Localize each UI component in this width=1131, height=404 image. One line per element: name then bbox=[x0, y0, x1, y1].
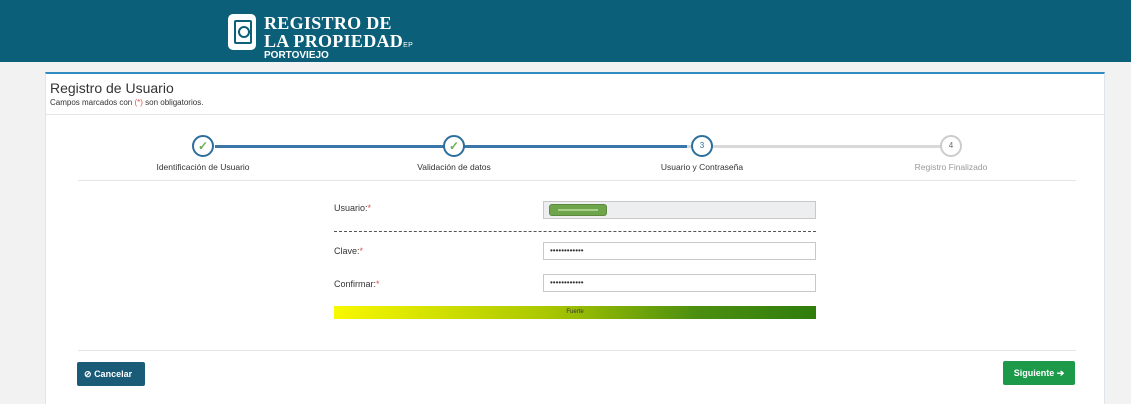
usuario-field bbox=[543, 201, 816, 219]
steps-divider bbox=[78, 180, 1076, 181]
logo-line2-text: LA PROPIEDAD bbox=[264, 31, 404, 51]
step-3-label: Usuario y Contraseña bbox=[660, 162, 744, 172]
logo: REGISTRO DE LA PROPIEDADEP PORTOVIEJO bbox=[228, 14, 413, 61]
required-mark: * bbox=[359, 246, 364, 256]
step-1-circle: ✓ bbox=[192, 135, 214, 157]
next-button[interactable]: Siguiente ➔ bbox=[1003, 361, 1075, 385]
next-button-label: Siguiente bbox=[1013, 368, 1055, 378]
logo-suffix: EP bbox=[403, 42, 414, 49]
required-mark: * bbox=[376, 279, 380, 289]
registration-panel: Registro de Usuario Campos marcados con … bbox=[45, 72, 1105, 404]
required-note: Campos marcados con (*) son obligatorios… bbox=[50, 98, 1104, 107]
logo-text: REGISTRO DE LA PROPIEDADEP PORTOVIEJO bbox=[264, 14, 413, 61]
usuario-label: Usuario:* bbox=[334, 203, 371, 213]
step-line-pending bbox=[687, 145, 952, 148]
form-separator bbox=[334, 231, 816, 232]
wizard-steps: ✓ Identificación de Usuario ✓ Validación… bbox=[46, 126, 1104, 176]
step-1-label: Identificación de Usuario bbox=[156, 162, 250, 172]
required-mark: * bbox=[367, 203, 372, 213]
step-4-circle: 4 bbox=[940, 135, 962, 157]
check-icon: ✓ bbox=[197, 139, 209, 153]
confirmar-label-text: Confirmar: bbox=[334, 279, 377, 289]
arrow-right-icon: ➔ bbox=[1056, 368, 1065, 378]
logo-mark-icon bbox=[228, 14, 256, 50]
clave-field[interactable]: •••••••••••• bbox=[543, 242, 816, 260]
step-2-label: Validación de datos bbox=[417, 162, 491, 172]
confirmar-field[interactable]: •••••••••••• bbox=[543, 274, 816, 292]
usuario-value-redacted bbox=[550, 205, 606, 215]
required-note-post: son obligatorios. bbox=[142, 98, 204, 107]
step-4-label: Registro Finalizado bbox=[914, 162, 988, 172]
password-strength-bar: Fuerte bbox=[334, 306, 816, 319]
confirmar-label: Confirmar:* bbox=[334, 279, 380, 289]
clave-label: Clave:* bbox=[334, 246, 363, 256]
required-note-pre: Campos marcados con bbox=[50, 98, 135, 107]
logo-line2: LA PROPIEDADEP bbox=[264, 32, 413, 50]
usuario-label-text: Usuario: bbox=[334, 203, 368, 213]
step-2-circle: ✓ bbox=[443, 135, 465, 157]
ban-icon: ⊘ bbox=[84, 369, 92, 379]
cancel-button[interactable]: ⊘ Cancelar bbox=[77, 362, 145, 386]
logo-line1: REGISTRO DE bbox=[264, 13, 392, 33]
cancel-button-label: Cancelar bbox=[94, 369, 133, 379]
check-icon: ✓ bbox=[448, 139, 460, 153]
top-header: REGISTRO DE LA PROPIEDADEP PORTOVIEJO bbox=[0, 0, 1131, 62]
required-note-mark: (*) bbox=[134, 98, 143, 107]
clave-label-text: Clave: bbox=[334, 246, 360, 256]
logo-line3: PORTOVIEJO bbox=[264, 50, 329, 61]
panel-header: Registro de Usuario Campos marcados con … bbox=[46, 74, 1104, 115]
footer-divider bbox=[78, 350, 1076, 351]
page-title: Registro de Usuario bbox=[50, 80, 174, 96]
step-3-circle: 3 bbox=[691, 135, 713, 157]
